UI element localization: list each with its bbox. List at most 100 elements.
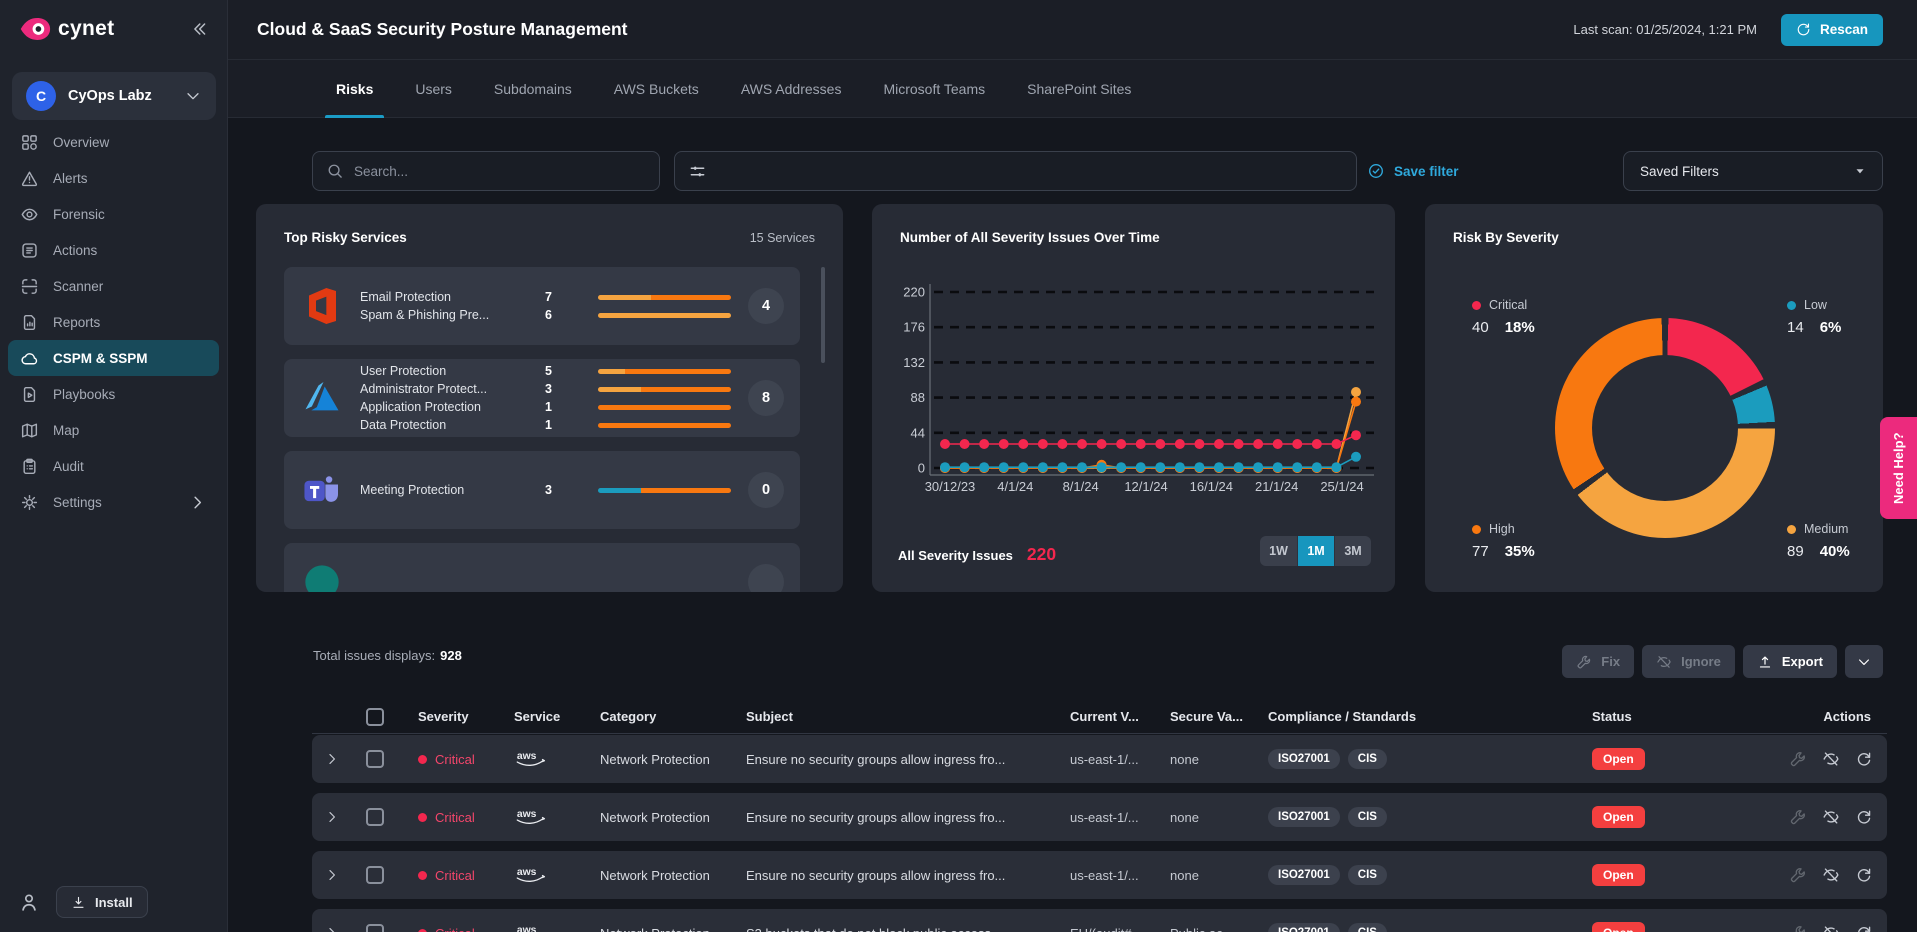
- sidebar-item-label: Actions: [53, 242, 98, 258]
- tab-aws-buckets[interactable]: AWS Buckets: [603, 60, 710, 117]
- protection-name: Meeting Protection: [360, 483, 465, 497]
- row-checkbox[interactable]: [366, 924, 384, 932]
- sidebar-item-overview[interactable]: Overview: [8, 124, 219, 160]
- protection-bar: [598, 312, 731, 318]
- compliance-badge: ISO27001: [1268, 807, 1340, 827]
- legend-dot: [1787, 300, 1796, 310]
- column-header-category: Category: [600, 709, 657, 724]
- row-expander-icon[interactable]: [324, 751, 340, 767]
- row-rescan-icon[interactable]: [1855, 808, 1873, 826]
- install-button[interactable]: Install: [56, 886, 148, 918]
- sidebar-item-map[interactable]: Map: [8, 412, 219, 448]
- select-all-checkbox[interactable]: [366, 707, 384, 726]
- svg-text:aws: aws: [517, 809, 537, 820]
- compliance-badge: ISO27001: [1268, 923, 1340, 932]
- table-row[interactable]: Critical aws Network Protection Ensure no s…: [312, 793, 1887, 841]
- row-fix-icon[interactable]: [1789, 808, 1807, 826]
- sidebar-item-playbooks[interactable]: Playbooks: [8, 376, 219, 412]
- column-header-actions: Actions: [1823, 709, 1871, 724]
- status-cell: Open: [1572, 748, 1742, 770]
- ignore-button[interactable]: Ignore: [1642, 645, 1735, 678]
- compliance-badge: ISO27001: [1268, 865, 1340, 885]
- sidebar-item-alerts[interactable]: Alerts: [8, 160, 219, 196]
- sidebar-item-settings[interactable]: Settings: [8, 484, 219, 520]
- risk-count-badge: 4: [748, 288, 784, 324]
- legend-count: 14: [1787, 319, 1804, 336]
- saved-filters-select[interactable]: Saved Filters: [1623, 151, 1883, 191]
- sidebar-item-cspm-sspm[interactable]: CSPM & SSPM: [8, 340, 219, 376]
- subject-cell: Ensure no security groups allow ingress …: [746, 809, 1006, 825]
- table-row[interactable]: Critical aws Network Protection Ensure no s…: [312, 851, 1887, 899]
- severity-label: Critical: [435, 751, 475, 767]
- legend-percent: 35%: [1504, 543, 1535, 560]
- filter-input[interactable]: [674, 151, 1357, 191]
- rescan-button[interactable]: Rescan: [1780, 13, 1883, 46]
- sidebar-item-reports[interactable]: Reports: [8, 304, 219, 340]
- row-rescan-icon[interactable]: [1855, 750, 1873, 768]
- category-cell: Network Protection: [600, 809, 710, 825]
- caret-down-icon: [1852, 163, 1868, 179]
- sidebar-item-label: Overview: [53, 134, 110, 150]
- sidebar-item-forensic[interactable]: Forensic: [8, 196, 219, 232]
- column-header-severity: Severity: [418, 709, 469, 724]
- search-box: [312, 151, 660, 191]
- service-protections: Meeting Protection 3: [360, 481, 748, 499]
- export-button[interactable]: Export: [1742, 645, 1837, 678]
- range-1w-button[interactable]: 1W: [1260, 536, 1297, 566]
- collapse-sidebar-icon[interactable]: [189, 19, 209, 39]
- tab-microsoft-teams[interactable]: Microsoft Teams: [872, 60, 996, 117]
- protection-count: 3: [545, 382, 552, 396]
- export-label: Export: [1781, 654, 1823, 669]
- tab-risks[interactable]: Risks: [325, 60, 385, 118]
- services-count: 15 Services: [749, 231, 815, 245]
- row-ignore-icon[interactable]: [1822, 808, 1840, 826]
- row-expander-icon[interactable]: [324, 925, 340, 932]
- service-group-azure: User Protection 5 Administrator Protect...…: [284, 359, 800, 437]
- row-checkbox[interactable]: [366, 750, 384, 768]
- toolbar-more-button[interactable]: [1845, 645, 1883, 678]
- tab-users[interactable]: Users: [404, 60, 463, 117]
- table-row[interactable]: Critical aws Network Protection Ensure no s…: [312, 735, 1887, 783]
- sidebar-item-audit[interactable]: Audit: [8, 448, 219, 484]
- sidebar-item-actions[interactable]: Actions: [8, 232, 219, 268]
- row-ignore-icon[interactable]: [1822, 866, 1840, 884]
- playbook-icon: [20, 385, 39, 404]
- legend-head: High: [1472, 522, 1535, 536]
- row-expander-icon[interactable]: [324, 809, 340, 825]
- protection-bar: [598, 386, 731, 392]
- save-filter-button[interactable]: Save filter: [1367, 151, 1459, 191]
- row-rescan-icon[interactable]: [1855, 866, 1873, 884]
- map-icon: [20, 421, 39, 440]
- tab-aws-addresses[interactable]: AWS Addresses: [730, 60, 853, 117]
- actions-cell: [1742, 750, 1887, 768]
- user-profile-icon[interactable]: [18, 891, 40, 913]
- legend-values: 14 6%: [1787, 319, 1841, 336]
- range-1m-button[interactable]: 1M: [1297, 536, 1334, 566]
- row-ignore-icon[interactable]: [1822, 750, 1840, 768]
- aws-logo-icon: aws: [494, 921, 580, 932]
- row-ignore-icon[interactable]: [1822, 924, 1840, 932]
- row-checkbox[interactable]: [366, 866, 384, 884]
- tab-subdomains[interactable]: Subdomains: [483, 60, 583, 117]
- row-fix-icon[interactable]: [1789, 924, 1807, 932]
- sidebar-item-scanner[interactable]: Scanner: [8, 268, 219, 304]
- teams-logo-icon: [300, 468, 344, 512]
- range-3m-button[interactable]: 3M: [1334, 536, 1371, 566]
- row-fix-icon[interactable]: [1789, 750, 1807, 768]
- row-fix-icon[interactable]: [1789, 866, 1807, 884]
- protection-row: Application Protection 1: [360, 398, 748, 416]
- top-risky-services-card: Top Risky Services 15 Services Email Pro…: [256, 204, 843, 592]
- need-help-tab[interactable]: Need Help?: [1880, 417, 1917, 519]
- fix-button[interactable]: Fix: [1562, 645, 1635, 678]
- search-input[interactable]: [354, 163, 646, 179]
- row-checkbox[interactable]: [366, 808, 384, 826]
- tab-sharepoint-sites[interactable]: SharePoint Sites: [1016, 60, 1142, 117]
- row-rescan-icon[interactable]: [1855, 924, 1873, 932]
- tenant-selector[interactable]: C CyOps Labz: [12, 72, 216, 120]
- table-row[interactable]: Critical aws Network ProtectionS3 buckets …: [312, 909, 1887, 932]
- row-expander-icon[interactable]: [324, 867, 340, 883]
- protection-row: Administrator Protect... 3: [360, 380, 748, 398]
- card-scrollbar[interactable]: [821, 267, 825, 363]
- legend-dot: [1787, 524, 1796, 534]
- sidebar-item-label: Playbooks: [53, 386, 116, 402]
